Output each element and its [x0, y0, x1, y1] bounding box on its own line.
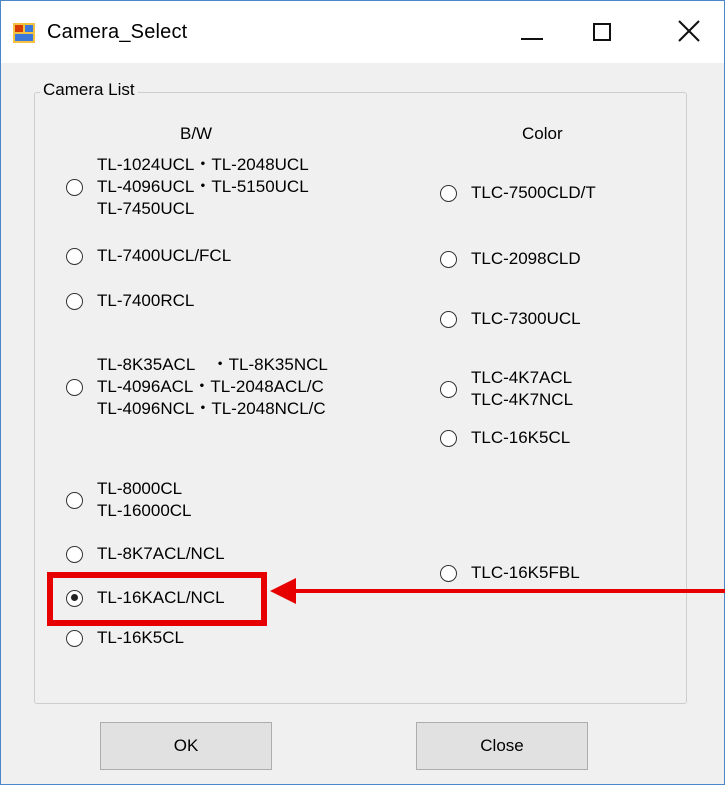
radio-button[interactable]: [440, 429, 457, 447]
radio-option-label: TL-7400RCL: [97, 291, 195, 310]
minimize-icon: [521, 38, 543, 40]
radio-option-label: TL-8K35ACL ・TL-8K35NCL TL-4096ACL・TL-204…: [97, 355, 328, 418]
radio-button[interactable]: [66, 491, 83, 509]
radio-option-label: TLC-16K5FBL: [471, 563, 580, 582]
radio-option-bw[interactable]: TL-8K35ACL ・TL-8K35NCL TL-4096ACL・TL-204…: [66, 354, 328, 420]
radio-option-label: TL-7400UCL/FCL: [97, 246, 232, 265]
maximize-icon: [593, 23, 611, 41]
radio-button[interactable]: [66, 292, 83, 310]
radio-option-label: TL-1024UCL・TL-2048UCL TL-4096UCL・TL-5150…: [97, 155, 309, 218]
minimize-button[interactable]: [497, 1, 567, 63]
radio-option-label: TL-16K5CL: [97, 628, 184, 647]
radio-option-bw[interactable]: TL-16K5CL: [66, 627, 184, 649]
maximize-button[interactable]: [567, 1, 637, 63]
radio-option-bw[interactable]: TL-7400RCL: [66, 290, 194, 312]
bw-column-header: B/W: [180, 124, 213, 143]
close-button[interactable]: Close: [416, 722, 588, 770]
radio-button[interactable]: [440, 310, 457, 328]
radio-button[interactable]: [440, 250, 457, 268]
radio-option-bw[interactable]: TL-7400UCL/FCL: [66, 245, 231, 267]
radio-option-color[interactable]: TLC-2098CLD: [440, 248, 581, 270]
radio-button[interactable]: [66, 378, 83, 396]
close-window-button[interactable]: [651, 1, 724, 63]
radio-option-color[interactable]: TLC-7500CLD/T: [440, 182, 596, 204]
app-window-icon: [13, 23, 35, 43]
color-column-header: Color: [522, 124, 563, 143]
radio-option-label: TLC-7300UCL: [471, 309, 581, 328]
camera-list-legend: Camera List: [40, 80, 138, 100]
radio-option-color[interactable]: TLC-7300UCL: [440, 308, 581, 330]
radio-button[interactable]: [66, 545, 83, 563]
radio-button[interactable]: [440, 564, 457, 582]
ok-button[interactable]: OK: [100, 722, 272, 770]
radio-option-label: TLC-16K5CL: [471, 428, 571, 447]
close-icon: [678, 20, 700, 42]
radio-option-bw[interactable]: TL-8K7ACL/NCL: [66, 543, 225, 565]
radio-option-label: TL-8000CL TL-16000CL: [97, 479, 192, 520]
title-bar[interactable]: Camera_Select: [1, 1, 724, 63]
radio-button[interactable]: [66, 178, 83, 196]
radio-option-label: TLC-2098CLD: [471, 249, 581, 268]
radio-button[interactable]: [440, 184, 457, 202]
highlight-box: [47, 572, 267, 626]
radio-button[interactable]: [66, 629, 83, 647]
radio-option-label: TLC-7500CLD/T: [471, 183, 596, 202]
radio-option-label: TLC-4K7ACL TLC-4K7NCL: [471, 368, 574, 409]
window-title: Camera_Select: [47, 21, 188, 43]
radio-option-label: TL-8K7ACL/NCL: [97, 544, 225, 563]
radio-button[interactable]: [66, 247, 83, 265]
radio-option-color[interactable]: TLC-4K7ACL TLC-4K7NCL: [440, 367, 573, 411]
radio-option-color[interactable]: TLC-16K5FBL: [440, 562, 580, 584]
radio-option-bw[interactable]: TL-1024UCL・TL-2048UCL TL-4096UCL・TL-5150…: [66, 154, 309, 220]
radio-button[interactable]: [440, 380, 457, 398]
radio-option-color[interactable]: TLC-16K5CL: [440, 427, 570, 449]
radio-option-bw[interactable]: TL-8000CL TL-16000CL: [66, 478, 192, 522]
